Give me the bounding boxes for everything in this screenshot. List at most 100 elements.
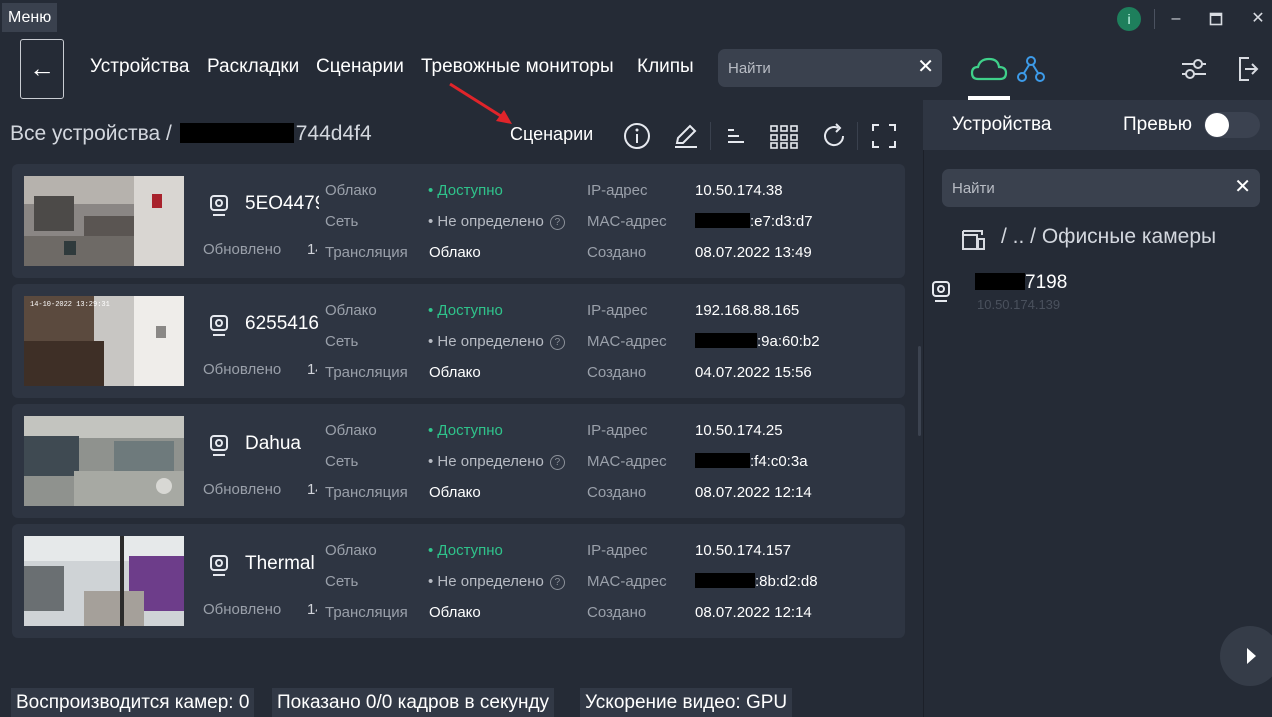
close-icon[interactable]: ✕ bbox=[1243, 6, 1272, 32]
device-card[interactable]: Dahua Обновлено 14 Облако Сеть Трансляци… bbox=[12, 404, 905, 518]
camera-icon bbox=[208, 194, 230, 223]
breadcrumb: Все устройства / 744d4f4 bbox=[10, 122, 372, 146]
svg-text:14-10-2022 13:29:31: 14-10-2022 13:29:31 bbox=[30, 301, 110, 309]
nav-item-clips[interactable]: Клипы bbox=[637, 56, 694, 78]
preview-toggle[interactable] bbox=[1204, 112, 1260, 138]
device-name: Thermal bbox=[245, 553, 315, 574]
mac-label: MAC-адрес bbox=[587, 573, 667, 590]
network-status: • Не определено? bbox=[428, 213, 565, 230]
maximize-icon[interactable] bbox=[1201, 6, 1231, 32]
cloud-icon bbox=[970, 57, 1008, 81]
status-cameras-playing: Воспроизводится камер: 0 bbox=[11, 688, 255, 717]
stream-value: Облако bbox=[429, 604, 481, 621]
stream-value: Облако bbox=[429, 244, 481, 261]
nav-item-devices[interactable]: Устройства bbox=[90, 56, 189, 78]
cloud-label: Облако bbox=[325, 422, 377, 439]
cloud-label: Облако bbox=[325, 302, 377, 319]
help-icon[interactable]: ? bbox=[549, 335, 565, 350]
ip-value: 192.168.88.165 bbox=[695, 302, 800, 319]
mac-value: :e7:d3:d7 bbox=[695, 213, 813, 230]
redacted-block bbox=[975, 273, 1025, 290]
device-card[interactable]: Thermal Обновлено 14 Облако Сеть Трансля… bbox=[12, 524, 905, 638]
device-name: 5EO4479 bbox=[245, 193, 319, 214]
menu-button[interactable]: Меню bbox=[2, 3, 58, 32]
mac-label: MAC-адрес bbox=[587, 213, 667, 230]
network-status: • Не определено? bbox=[428, 573, 565, 590]
clear-search-icon[interactable]: ✕ bbox=[1234, 177, 1251, 197]
filter-settings-icon[interactable] bbox=[1180, 57, 1208, 86]
ip-value: 10.50.174.157 bbox=[695, 542, 791, 559]
camera-thumbnail: 14-10-2022 13:29:31 bbox=[24, 296, 184, 386]
breadcrumb-root[interactable]: Все устройства / bbox=[10, 122, 172, 145]
help-icon[interactable]: ? bbox=[549, 455, 565, 470]
device-card[interactable]: 5EO4479 Обновлено 14 Облако Сеть Трансля… bbox=[12, 164, 905, 278]
nav-item-scenarios[interactable]: Сценарии bbox=[316, 56, 404, 78]
grid-view-icon[interactable] bbox=[769, 121, 799, 151]
stream-label: Трансляция bbox=[325, 604, 408, 621]
stream-label: Трансляция bbox=[325, 484, 408, 501]
toggle-knob bbox=[1205, 113, 1229, 137]
camera-thumbnail bbox=[24, 416, 184, 506]
nav-item-alarm-monitors[interactable]: Тревожные мониторы bbox=[421, 56, 614, 78]
network-label: Сеть bbox=[325, 213, 359, 230]
cloud-status: • Доступно bbox=[428, 422, 503, 439]
logout-icon[interactable] bbox=[1237, 56, 1259, 87]
info-circle-icon[interactable] bbox=[622, 121, 652, 151]
updated-value: 14 bbox=[307, 241, 317, 258]
created-value: 08.07.2022 12:14 bbox=[695, 604, 812, 621]
redacted-block bbox=[695, 573, 755, 588]
side-device-ip: 10.50.174.139 bbox=[977, 297, 1061, 312]
mac-label: MAC-адрес bbox=[587, 453, 667, 470]
network-label: Сеть bbox=[325, 453, 359, 470]
nav-item-layouts[interactable]: Раскладки bbox=[207, 56, 299, 78]
scenarios-button[interactable]: Сценарии bbox=[510, 124, 593, 145]
device-name: 6255416 bbox=[245, 313, 319, 334]
created-label: Создано bbox=[587, 484, 647, 501]
breadcrumb-current: 744d4f4 bbox=[295, 122, 372, 145]
side-panel-title: Устройства bbox=[952, 114, 1052, 135]
status-video-acceleration: Ускорение видео: GPU bbox=[580, 688, 793, 717]
folder-icon[interactable] bbox=[960, 227, 988, 258]
updated-label: Обновлено bbox=[203, 241, 282, 258]
fullscreen-icon[interactable] bbox=[869, 121, 899, 151]
toolbar-divider bbox=[857, 122, 858, 150]
scrollbar[interactable] bbox=[918, 346, 921, 436]
back-button[interactable]: ← bbox=[20, 39, 64, 99]
created-label: Создано bbox=[587, 364, 647, 381]
info-icon[interactable]: i bbox=[1117, 7, 1141, 31]
side-search-input[interactable] bbox=[952, 169, 1222, 207]
device-card[interactable]: 14-10-2022 13:29:31 6255416 Обновлено 14… bbox=[12, 284, 905, 398]
cloud-label: Облако bbox=[325, 182, 377, 199]
side-device-name[interactable]: 7198 bbox=[975, 272, 1067, 294]
minimize-icon[interactable]: – bbox=[1161, 6, 1191, 32]
updated-label: Обновлено bbox=[203, 481, 282, 498]
network-topology-icon[interactable] bbox=[1016, 55, 1046, 88]
created-value: 04.07.2022 15:56 bbox=[695, 364, 812, 381]
help-icon[interactable]: ? bbox=[549, 215, 565, 230]
refresh-icon[interactable] bbox=[819, 121, 849, 151]
cloud-tab[interactable] bbox=[968, 50, 1010, 100]
folder-path[interactable]: / .. / Офисные камеры bbox=[1001, 225, 1216, 249]
ip-value: 10.50.174.38 bbox=[695, 182, 783, 199]
updated-label: Обновлено bbox=[203, 601, 282, 618]
camera-thumbnail bbox=[24, 536, 184, 626]
updated-value: 14 bbox=[307, 361, 317, 378]
mac-value: :8b:d2:d8 bbox=[695, 573, 818, 590]
redacted-block bbox=[695, 213, 750, 228]
stream-label: Трансляция bbox=[325, 244, 408, 261]
mac-label: MAC-адрес bbox=[587, 333, 667, 350]
device-name: Dahua bbox=[245, 433, 301, 454]
network-label: Сеть bbox=[325, 573, 359, 590]
edit-pencil-icon[interactable] bbox=[671, 121, 701, 151]
side-search-box: ✕ bbox=[942, 169, 1260, 207]
redacted-block bbox=[695, 453, 750, 468]
sort-icon[interactable] bbox=[722, 121, 752, 151]
mac-value: :9a:60:b2 bbox=[695, 333, 820, 350]
top-search-input[interactable] bbox=[728, 49, 918, 87]
expand-panel-button[interactable] bbox=[1220, 626, 1272, 686]
clear-search-icon[interactable]: ✕ bbox=[917, 57, 934, 77]
network-label: Сеть bbox=[325, 333, 359, 350]
help-icon[interactable]: ? bbox=[549, 575, 565, 590]
camera-icon bbox=[208, 554, 230, 583]
play-arrow-icon bbox=[1247, 648, 1256, 664]
